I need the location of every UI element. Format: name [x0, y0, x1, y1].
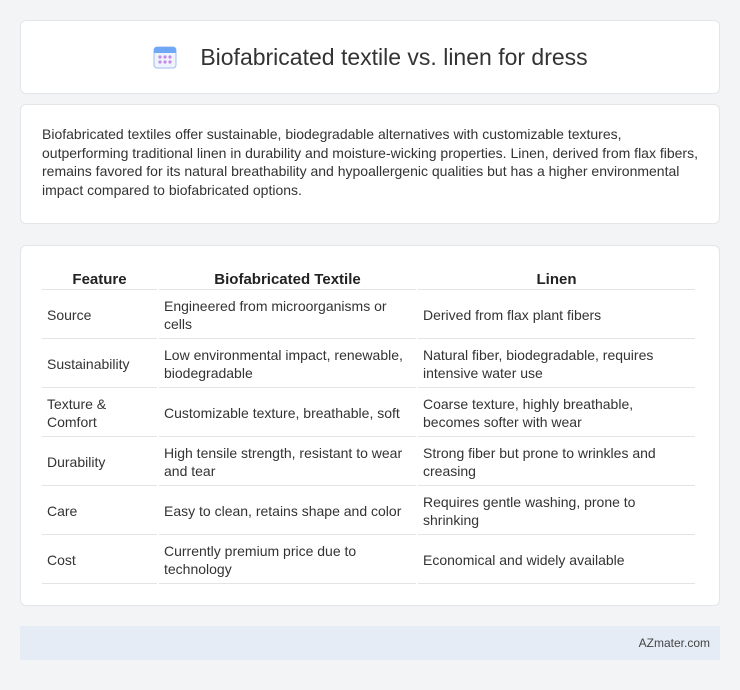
table-row: Sustainability Low environmental impact,… — [42, 341, 695, 388]
cell-feature: Sustainability — [42, 341, 157, 388]
footer-brand[interactable]: AZmater.com — [639, 636, 710, 650]
table-row: Source Engineered from microorganisms or… — [42, 292, 695, 339]
cell-linen: Coarse texture, highly breathable, becom… — [418, 390, 695, 437]
header-feature: Feature — [42, 268, 157, 290]
page-title: Biofabricated textile vs. linen for dres… — [200, 43, 588, 70]
cell-biofabricated: Currently premium price due to technolog… — [159, 537, 416, 584]
cell-feature: Care — [42, 488, 157, 535]
cell-linen: Natural fiber, biodegradable, requires i… — [418, 341, 695, 388]
cell-linen: Requires gentle washing, prone to shrink… — [418, 488, 695, 535]
title-card: Biofabricated textile vs. linen for dres… — [20, 20, 720, 94]
cell-biofabricated: Low environmental impact, renewable, bio… — [159, 341, 416, 388]
comparison-card: Feature Biofabricated Textile Linen Sour… — [20, 245, 720, 606]
calendar-icon — [152, 44, 178, 70]
cell-feature: Cost — [42, 537, 157, 584]
cell-feature: Durability — [42, 439, 157, 486]
cell-linen: Economical and widely available — [418, 537, 695, 584]
cell-feature: Source — [42, 292, 157, 339]
header-linen: Linen — [418, 268, 695, 290]
table-row: Durability High tensile strength, resist… — [42, 439, 695, 486]
cell-biofabricated: Easy to clean, retains shape and color — [159, 488, 416, 535]
cell-biofabricated: Customizable texture, breathable, soft — [159, 390, 416, 437]
table-row: Care Easy to clean, retains shape and co… — [42, 488, 695, 535]
table-header-row: Feature Biofabricated Textile Linen — [42, 268, 695, 290]
cell-biofabricated: Engineered from microorganisms or cells — [159, 292, 416, 339]
comparison-table: Feature Biofabricated Textile Linen Sour… — [40, 266, 697, 586]
table-row: Cost Currently premium price due to tech… — [42, 537, 695, 584]
footer-bar: AZmater.com — [20, 626, 720, 660]
cell-linen: Strong fiber but prone to wrinkles and c… — [418, 439, 695, 486]
intro-paragraph: Biofabricated textiles offer sustainable… — [42, 126, 698, 198]
table-row: Texture & Comfort Customizable texture, … — [42, 390, 695, 437]
intro-card: Biofabricated textiles offer sustainable… — [20, 104, 720, 224]
header-biofabricated: Biofabricated Textile — [159, 268, 416, 290]
cell-biofabricated: High tensile strength, resistant to wear… — [159, 439, 416, 486]
cell-feature: Texture & Comfort — [42, 390, 157, 437]
cell-linen: Derived from flax plant fibers — [418, 292, 695, 339]
